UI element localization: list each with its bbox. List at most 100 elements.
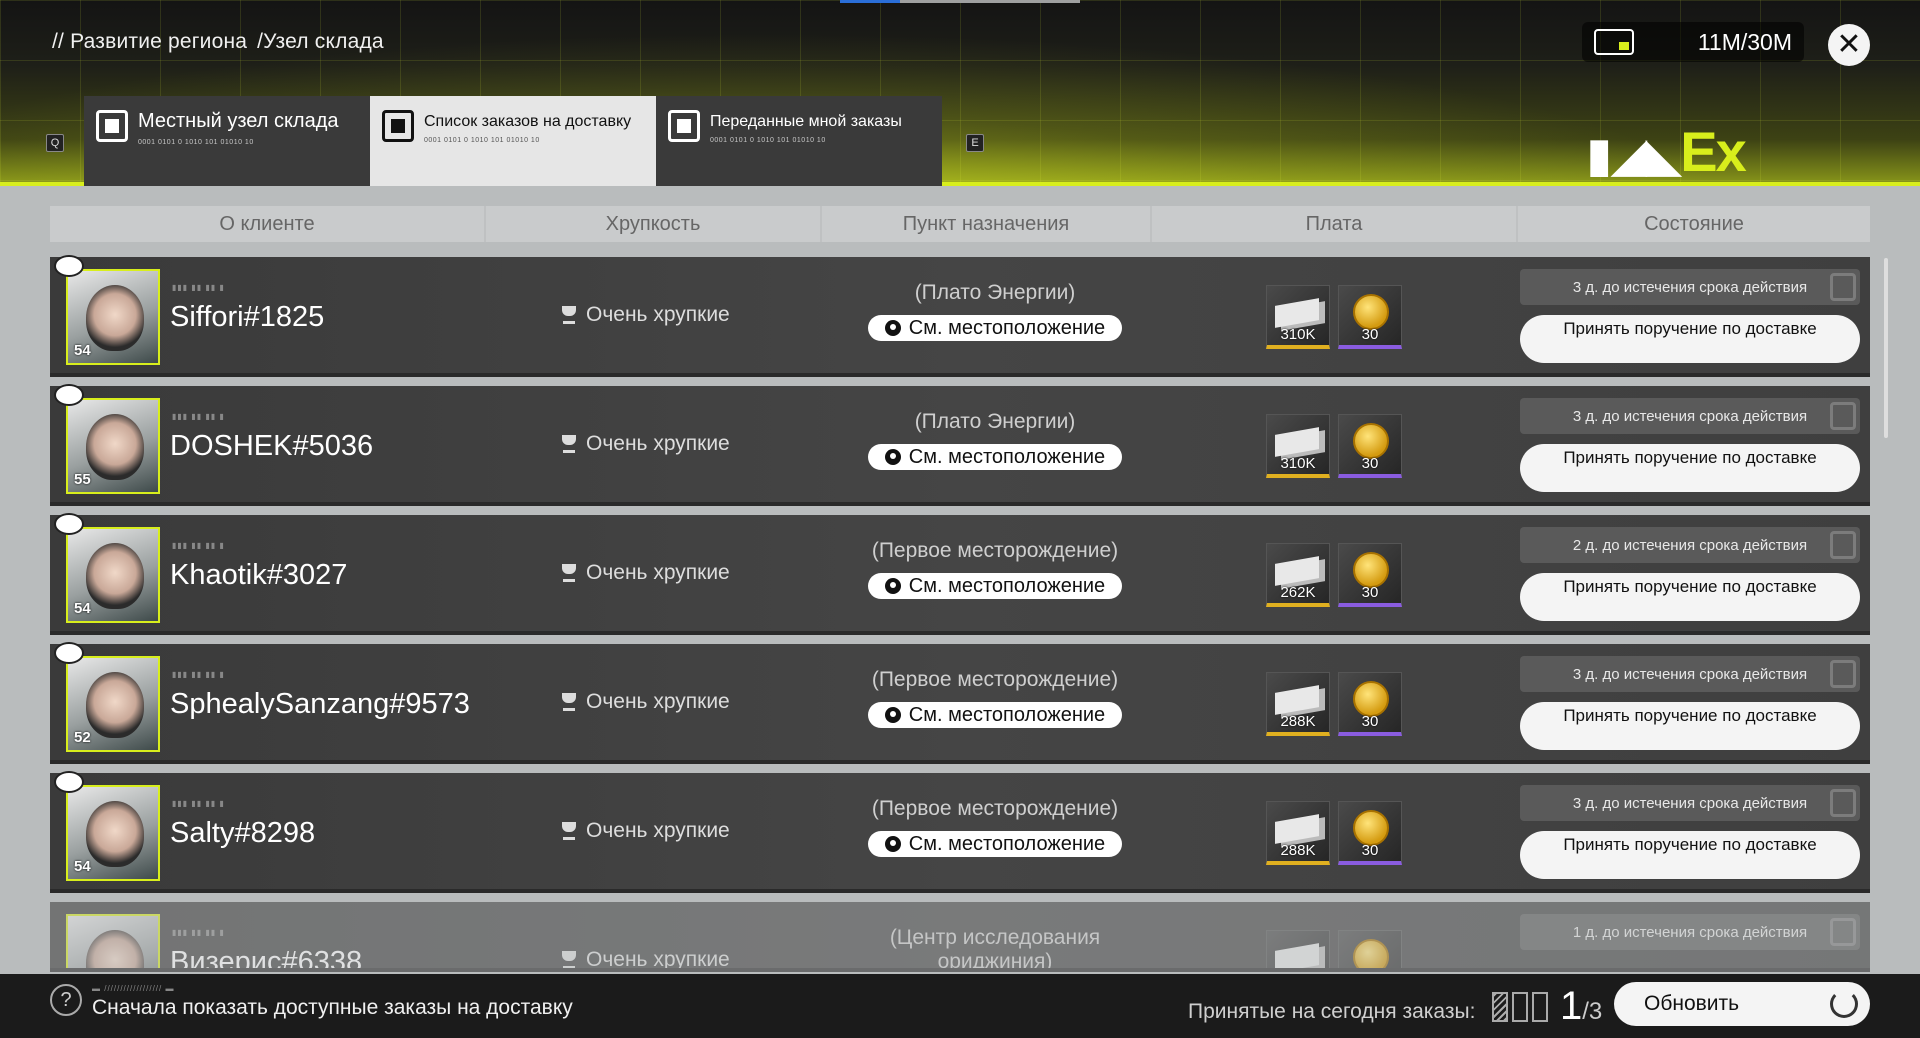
view-location-button[interactable]: См. местоположение <box>868 573 1122 599</box>
client-level: 55 <box>74 471 91 488</box>
view-location-button[interactable]: См. местоположение <box>868 315 1122 341</box>
order-list: 54 ▮▮▮ ▮▮ ▮▮ ▮ Siffori#1825 Очень хрупки… <box>50 255 1870 981</box>
view-location-label: См. местоположение <box>908 832 1106 855</box>
coin-reward[interactable]: 30 <box>1338 414 1402 478</box>
client-tag: ▮▮▮ ▮▮ ▮▮ ▮ <box>172 412 225 421</box>
location-pin-icon <box>884 707 901 723</box>
coin-reward[interactable]: 30 <box>1338 285 1402 349</box>
show-available-first-toggle[interactable]: Сначала показать доступные заказы на дос… <box>92 996 573 1020</box>
coin-amount: 30 <box>1361 455 1379 472</box>
destination-name: (Первое месторождение) <box>871 539 1119 562</box>
coin-reward[interactable]: 30 <box>1338 672 1402 736</box>
list-scrollbar[interactable] <box>1884 258 1888 438</box>
money-icon <box>1275 298 1319 328</box>
tab-label: Список заказов на доставку <box>424 113 632 130</box>
money-amount: 288K <box>1280 713 1316 730</box>
money-reward[interactable]: 310K <box>1266 285 1330 349</box>
destination: (Плато Энергии) См. местоположение <box>830 281 1160 341</box>
expiry-badge: 3 д. до истечения срока действия <box>1520 785 1860 821</box>
hourglass-icon <box>1830 789 1856 817</box>
money-amount: 310K <box>1280 455 1316 472</box>
coin-amount: 30 <box>1361 713 1379 730</box>
accept-order-button[interactable]: Принять поручение по доставке <box>1520 315 1860 363</box>
tab-my-orders[interactable]: Переданные мной заказы 0001 0101 0 1010 … <box>656 96 942 186</box>
money-reward[interactable]: 288K <box>1266 801 1330 865</box>
cat-badge-icon <box>54 642 84 664</box>
coin-icon <box>1353 939 1389 968</box>
tab-code: 0001 0101 0 1010 101 01010 10 <box>424 137 540 144</box>
storage-capacity: 11M/30M <box>1582 22 1804 62</box>
accept-order-button[interactable]: Принять поручение по доставке <box>1520 573 1860 621</box>
coin-reward[interactable]: 30 <box>1338 543 1402 607</box>
accept-order-button[interactable]: Принять поручение по доставке <box>1520 702 1860 750</box>
close-button[interactable]: ✕ <box>1828 24 1870 66</box>
column-status: Состояние <box>1644 213 1744 235</box>
accepted-today-done: 1 <box>1560 984 1583 1028</box>
location-pin-icon <box>884 836 901 852</box>
fragility-text: Очень хрупкие <box>586 432 730 455</box>
cat-badge-icon <box>54 384 84 406</box>
money-reward[interactable]: 262K <box>1266 543 1330 607</box>
destination: (Первое месторождение) См. местоположени… <box>830 668 1160 728</box>
fragile-icon <box>562 951 576 968</box>
tab-local-warehouse[interactable]: Местный узел склада 0001 0101 0 1010 101… <box>84 96 370 186</box>
tab-delivery-orders[interactable]: Список заказов на доставку 0001 0101 0 1… <box>370 96 656 186</box>
breadcrumb-region[interactable]: // Развитие региона <box>52 30 247 54</box>
column-payment: Плата <box>1152 206 1518 242</box>
payment <box>1266 930 1402 968</box>
destination-name: (Первое месторождение) <box>871 797 1119 820</box>
cat-badge-icon <box>54 771 84 793</box>
payment: 310K 30 <box>1266 285 1402 349</box>
coin-reward[interactable] <box>1338 930 1402 968</box>
expiry-text: 1 д. до истечения срока действия <box>1572 923 1808 941</box>
help-icon[interactable]: ? <box>50 984 82 1016</box>
expiry-text: 3 д. до истечения срока действия <box>1572 665 1808 683</box>
order-status: 2 д. до истечения срока действия Принять… <box>1520 527 1860 621</box>
order-row: 54 ▮▮▮ ▮▮ ▮▮ ▮ Khaotik#3027 Очень хрупки… <box>50 513 1870 635</box>
client-avatar[interactable]: 55 <box>66 398 160 494</box>
footer-decoration: ▬ ////////////////// ▬ <box>92 984 175 993</box>
client-level: 54 <box>74 342 91 359</box>
view-location-button[interactable]: См. местоположение <box>868 702 1122 728</box>
client-avatar[interactable] <box>66 914 160 968</box>
refresh-label: Обновить <box>1644 992 1740 1015</box>
table-header: О клиенте Хрупкость Пункт назначения Пла… <box>50 206 1870 242</box>
order-row: 54 ▮▮▮ ▮▮ ▮▮ ▮ Siffori#1825 Очень хрупки… <box>50 255 1870 377</box>
avatar-portrait <box>86 801 144 867</box>
coin-icon <box>1353 294 1389 330</box>
accepted-slots <box>1492 992 1548 1022</box>
money-reward[interactable]: 310K <box>1266 414 1330 478</box>
refresh-icon <box>1830 990 1858 1018</box>
breadcrumb: // Развитие региона /Узел склада <box>52 30 384 54</box>
client-avatar[interactable]: 54 <box>66 785 160 881</box>
client-avatar[interactable]: 54 <box>66 527 160 623</box>
order-status: 3 д. до истечения срока действия Принять… <box>1520 785 1860 879</box>
refresh-button[interactable]: Обновить <box>1614 982 1870 1026</box>
expiry-text: 3 д. до истечения срока действия <box>1572 278 1808 296</box>
money-icon <box>1275 427 1319 457</box>
expiry-text: 3 д. до истечения срока действия <box>1572 407 1808 425</box>
order-status: 3 д. до истечения срока действия Принять… <box>1520 269 1860 363</box>
client-tag: ▮▮▮ ▮▮ ▮▮ ▮ <box>172 541 225 550</box>
transfer-icon <box>668 110 700 142</box>
client-avatar[interactable]: 52 <box>66 656 160 752</box>
accept-order-button[interactable]: Принять поручение по доставке <box>1520 444 1860 492</box>
view-location-button[interactable]: См. местоположение <box>868 444 1122 470</box>
payment: 288K 30 <box>1266 672 1402 736</box>
loading-progress <box>840 0 1080 3</box>
money-icon <box>1275 685 1319 715</box>
location-pin-icon <box>884 449 901 465</box>
order-status: 1 д. до истечения срока действия <box>1520 914 1860 950</box>
view-location-button[interactable]: См. местоположение <box>868 831 1122 857</box>
expiry-text: 3 д. до истечения срока действия <box>1572 794 1808 812</box>
fragility: Очень хрупкие <box>562 432 730 456</box>
accept-order-button[interactable]: Принять поручение по доставке <box>1520 831 1860 879</box>
money-amount: 262K <box>1280 584 1316 601</box>
money-reward[interactable] <box>1266 930 1330 968</box>
close-icon: ✕ <box>1836 28 1862 61</box>
payment: 310K 30 <box>1266 414 1402 478</box>
coin-reward[interactable]: 30 <box>1338 801 1402 865</box>
money-reward[interactable]: 288K <box>1266 672 1330 736</box>
client-avatar[interactable]: 54 <box>66 269 160 365</box>
footer-bar: ? ▬ ////////////////// ▬ Сначала показат… <box>0 974 1920 1038</box>
